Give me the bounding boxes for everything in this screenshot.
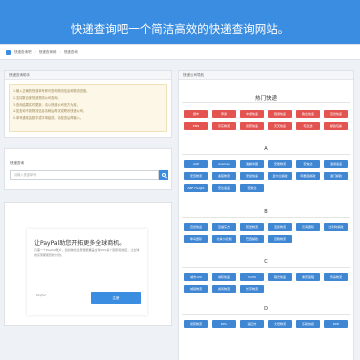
- search-panel: 快递查询 请输入快递单号: [4, 148, 172, 190]
- courier-button[interactable]: 奥硕物流: [212, 172, 236, 180]
- tip-line: 5.单号通常由数字或字母组成，请检查后再输入。: [13, 116, 83, 121]
- courier-button[interactable]: 春风物流: [212, 285, 236, 293]
- courier-button[interactable]: 澳邮中国: [240, 160, 264, 168]
- section-divider: [182, 102, 350, 103]
- courier-button[interactable]: 安能物流: [268, 160, 292, 168]
- courier-button[interactable]: 程光快递: [268, 273, 292, 281]
- ad-card[interactable]: 让PayPal助您开拓更多全球商机。 只需一个PayPal账户，您的跨境生意便能…: [27, 229, 147, 315]
- tips-panel-title: 快递查询助手: [5, 71, 171, 80]
- courier-button[interactable]: 城际快递: [212, 273, 236, 281]
- hot-courier-button[interactable]: 圆通快递: [268, 110, 292, 118]
- hot-courier-button[interactable]: 京东物流: [212, 122, 236, 130]
- courier-button[interactable]: 笨鸟国际: [184, 235, 208, 243]
- search-icon: [161, 173, 166, 177]
- ad-description: 只需一个PayPal账户，您的跨境生意便能覆盖全球200多个国家和地区，让全球的…: [34, 248, 140, 257]
- breadcrumb-separator: ›: [34, 50, 36, 54]
- tip-line: 2.支持数百家快递物流公司查询。: [13, 95, 61, 100]
- hot-courier-button[interactable]: 顺丰: [184, 110, 208, 118]
- site-title: 快递查询吧一个简洁高效的快递查询网站。: [70, 22, 290, 36]
- section-divider: [182, 314, 350, 315]
- courier-button[interactable]: 比利时邮政: [324, 223, 348, 231]
- courier-button[interactable]: 巴西邮政: [240, 235, 264, 243]
- courier-button[interactable]: 百世快运: [184, 223, 208, 231]
- courier-button[interactable]: ABF Freight: [184, 184, 208, 192]
- courier-button[interactable]: Aramex: [212, 160, 236, 168]
- section-divider: [182, 217, 350, 218]
- courier-button[interactable]: 邦送物流: [240, 223, 264, 231]
- courier-button[interactable]: DHL: [212, 320, 236, 328]
- courier-button[interactable]: 德邦物流: [184, 320, 208, 328]
- courier-button[interactable]: DPD: [324, 320, 348, 328]
- courier-button[interactable]: 安达速递: [212, 184, 236, 192]
- courier-button[interactable]: 百福东方: [212, 223, 236, 231]
- section-letter-d: D: [264, 306, 268, 312]
- courier-button[interactable]: 安鲜达: [240, 184, 264, 192]
- breadcrumb: 快递查询吧 › 快递查询网 › 快递查询: [0, 44, 360, 60]
- courier-button[interactable]: 安迅物流: [184, 172, 208, 180]
- courier-button[interactable]: 宝凯物流: [268, 223, 292, 231]
- hot-courier-button[interactable]: 中通快递: [240, 110, 264, 118]
- breadcrumb-item-current: 快递查询: [63, 49, 78, 54]
- section-letter-c: C: [264, 259, 268, 265]
- hot-courier-button[interactable]: 韵达快递: [296, 110, 320, 118]
- hot-courier-button[interactable]: 百世快递: [324, 110, 348, 118]
- courier-button[interactable]: 东骏快捷: [296, 320, 320, 328]
- courier-button[interactable]: CCES: [240, 273, 264, 281]
- courier-button[interactable]: 安捷快递: [240, 172, 264, 180]
- courier-button[interactable]: 贝海国际: [296, 223, 320, 231]
- hot-courier-button[interactable]: 申通: [212, 110, 236, 118]
- breadcrumb-item-home[interactable]: 快递查询吧: [14, 50, 32, 55]
- courier-button[interactable]: 传喜物流: [324, 273, 348, 281]
- breadcrumb-separator: ›: [59, 50, 61, 54]
- ad-signup-button[interactable]: 注册: [91, 292, 141, 304]
- courier-button[interactable]: 北青小红帽: [212, 235, 236, 243]
- courier-button[interactable]: 爱尔兰邮政: [268, 172, 292, 180]
- courier-button[interactable]: 城铁物流: [184, 285, 208, 293]
- search-label: 快递查询: [10, 161, 24, 165]
- ad-title: 让PayPal助您开拓更多全球商机。: [34, 240, 126, 247]
- courier-button[interactable]: 澳通速递: [324, 160, 348, 168]
- courier-button[interactable]: 澳门邮政: [324, 172, 348, 180]
- courier-button[interactable]: 城市100: [184, 273, 208, 281]
- section-divider: [182, 154, 350, 155]
- breadcrumb-item-section[interactable]: 快递查询网: [39, 50, 57, 55]
- tips-box: 1.输入正确的快递单号即可查询物流信息和物流进度。 2.支持数百家快递物流公司查…: [9, 84, 167, 132]
- ad-brand-logo: PayPal: [36, 293, 46, 297]
- search-button[interactable]: [159, 170, 168, 180]
- hot-courier-button[interactable]: 天天快递: [268, 122, 292, 130]
- courier-button[interactable]: 长宇物流: [240, 285, 264, 293]
- tip-line: 1.输入正确的快递单号即可查询物流信息和物流进度。: [13, 89, 90, 93]
- hot-courier-button[interactable]: 宅急送: [296, 122, 320, 130]
- section-divider: [182, 267, 350, 268]
- home-icon[interactable]: [6, 49, 11, 55]
- tip-line: 4.如查询不到物流信息请稍后再试或联系快递公司。: [13, 109, 87, 114]
- tips-panel: 快递查询助手 1.输入正确的快递单号即可查询物流信息和物流进度。 2.支持数百家…: [4, 70, 172, 138]
- courier-button[interactable]: 阿根廷邮政: [296, 172, 320, 180]
- courier-button[interactable]: 百腾物流: [268, 235, 292, 243]
- tracking-number-input[interactable]: 请输入快递单号: [10, 170, 159, 180]
- courier-button[interactable]: AAE: [184, 160, 208, 168]
- hot-courier-button[interactable]: 德邦快递: [240, 122, 264, 130]
- tip-line: 3.查询结果实时更新，请以快递公司官方为准。: [13, 102, 80, 107]
- courier-button[interactable]: 重庆星程: [296, 273, 320, 281]
- courier-button[interactable]: 递四方: [240, 320, 264, 328]
- courier-button[interactable]: 大田物流: [268, 320, 292, 328]
- ad-panel: 让PayPal助您开拓更多全球商机。 只需一个PayPal账户，您的跨境生意便能…: [4, 202, 172, 326]
- hot-courier-button[interactable]: EMS: [184, 122, 208, 130]
- section-letter-b: B: [264, 209, 268, 215]
- section-letter-a: A: [264, 146, 268, 152]
- courier-button[interactable]: 安信达: [296, 160, 320, 168]
- hot-courier-button[interactable]: 邮政包裹: [324, 122, 348, 130]
- hot-couriers-title: 热门快递: [254, 96, 277, 102]
- directory-title: 快递公司导航: [179, 71, 353, 80]
